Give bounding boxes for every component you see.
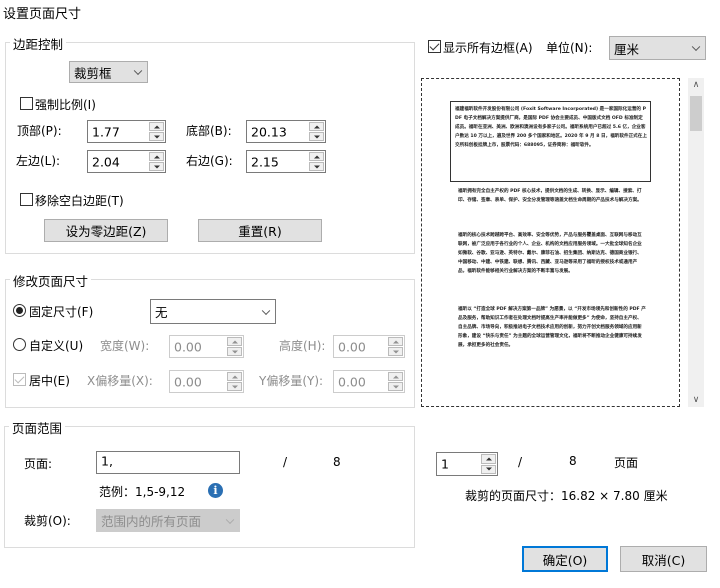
show-all-boxes-label: 显示所有边框(A): [443, 41, 533, 55]
current-page-input[interactable]: 1: [436, 452, 498, 476]
pages-label: 页面:: [24, 457, 53, 471]
height-input[interactable]: 0.00: [333, 335, 405, 358]
remove-white-margin-checkbox[interactable]: [20, 193, 33, 206]
crop-size-readout: 裁剪的页面尺寸：16.82 × 7.80 厘米: [465, 489, 668, 503]
force-ratio-checkbox[interactable]: [20, 97, 33, 110]
page-slash: /: [283, 455, 288, 469]
force-ratio-label: 强制比例(I): [35, 98, 96, 112]
scroll-up-icon[interactable]: ∧: [688, 80, 704, 90]
nav-slash: /: [518, 455, 523, 469]
x-offset-value: 0.00: [174, 374, 202, 389]
margin-control-legend: 边距控制: [10, 34, 67, 53]
remove-white-margin-label: 移除空白边距(T): [35, 194, 124, 208]
ok-button[interactable]: 确定(O): [522, 546, 608, 572]
fixed-size-select[interactable]: 无: [150, 299, 276, 324]
crop-label: 裁剪(O):: [24, 514, 71, 528]
set-zero-margin-button[interactable]: 设为零边距(Z): [44, 219, 168, 242]
spin-up-button[interactable]: [309, 152, 324, 161]
unit-select[interactable]: 厘米: [609, 36, 706, 60]
pages-value: 1,: [101, 453, 113, 469]
spin-down-button[interactable]: [481, 464, 496, 474]
left-label: 左边(L):: [16, 154, 61, 168]
fixed-size-label: 固定尺寸(F): [29, 305, 94, 319]
left-value: 2.04: [92, 154, 120, 169]
spin-up-button[interactable]: [309, 122, 324, 131]
preview-box-text: 福建福昕软件开发股份有限公司 (Foxit Software Incorpora…: [455, 107, 647, 148]
spin-down-button[interactable]: [149, 132, 164, 141]
reset-button[interactable]: 重置(R): [198, 219, 322, 242]
cancel-button[interactable]: 取消(C): [620, 546, 707, 572]
top-value: 1.77: [92, 124, 120, 139]
right-value: 2.15: [251, 154, 279, 169]
x-offset-input[interactable]: 0.00: [169, 370, 244, 393]
x-offset-label: X偏移量(X):: [87, 374, 153, 388]
bottom-margin-input[interactable]: 20.13: [246, 120, 326, 143]
pages-input[interactable]: 1,: [96, 451, 240, 474]
unit-label: 单位(N):: [546, 41, 593, 55]
preview-paragraph: 福昕的核心技术跨越跨平台、高效率、安全等优势，产品与服务覆盖桌面、互联网与移动互…: [458, 233, 642, 274]
right-margin-input[interactable]: 2.15: [246, 150, 326, 173]
height-value: 0.00: [338, 339, 366, 354]
bottom-value: 20.13: [251, 124, 287, 139]
preview-paragraph: 福昕拥有完全自主产权的 PDF 核心技术，提供文档的生成、转换、显示、编辑、搜索…: [458, 189, 642, 203]
info-icon[interactable]: i: [208, 483, 223, 498]
fixed-size-value: 无: [155, 305, 168, 320]
page-total: 8: [333, 455, 341, 469]
spin-up-button[interactable]: [149, 122, 164, 131]
scroll-down-icon[interactable]: ∨: [688, 395, 704, 405]
spin-down-button[interactable]: [149, 162, 164, 171]
spin-down-button[interactable]: [227, 347, 242, 356]
crop-range-select[interactable]: 范围内的所有页面: [96, 509, 240, 532]
top-label: 顶部(P):: [17, 124, 62, 138]
bottom-label: 底部(B):: [186, 124, 232, 138]
custom-size-label: 自定义(U): [29, 339, 84, 353]
page-preview: 福建福昕软件开发股份有限公司 (Foxit Software Incorpora…: [421, 78, 680, 407]
scroll-thumb[interactable]: [690, 96, 702, 131]
width-input[interactable]: 0.00: [169, 335, 244, 358]
chevron-down-icon: [261, 306, 271, 315]
width-value: 0.00: [174, 339, 202, 354]
preview-paragraph: 福昕以 “打造全球 PDF 解决方案第一品牌” 为愿景，以 “开发市场领先和创新…: [458, 307, 646, 348]
y-offset-value: 0.00: [338, 374, 366, 389]
spin-up-button[interactable]: [227, 372, 242, 381]
width-label: 宽度(W):: [100, 339, 150, 353]
unit-value: 厘米: [614, 41, 640, 57]
spin-up-button[interactable]: [149, 152, 164, 161]
right-label: 右边(G):: [186, 154, 233, 168]
window-title: 设置页面尺寸: [3, 7, 82, 22]
page-range-legend: 页面范围: [9, 418, 66, 437]
range-example: 范例：1,5-9,12: [99, 485, 186, 499]
y-offset-label: Y偏移量(Y):: [259, 374, 324, 388]
spin-up-button[interactable]: [227, 337, 242, 346]
current-page-value: 1: [441, 456, 449, 472]
top-margin-input[interactable]: 1.77: [87, 120, 166, 143]
left-margin-input[interactable]: 2.04: [87, 150, 166, 173]
box-type-value: 裁剪框: [74, 65, 112, 81]
spin-down-button[interactable]: [309, 162, 324, 171]
height-label: 高度(H):: [279, 339, 326, 353]
chevron-down-icon: [691, 42, 701, 52]
chevron-down-icon: [133, 66, 143, 76]
chevron-down-icon: [225, 515, 235, 524]
spin-up-button[interactable]: [388, 372, 403, 381]
nav-unit: 页面: [614, 456, 639, 470]
spin-down-button[interactable]: [388, 382, 403, 391]
y-offset-input[interactable]: 0.00: [333, 370, 405, 393]
spin-down-button[interactable]: [309, 132, 324, 141]
preview-scrollbar[interactable]: ∧ ∨: [688, 78, 704, 407]
center-checkbox[interactable]: [13, 373, 26, 386]
custom-size-radio[interactable]: [13, 338, 26, 351]
box-type-select[interactable]: 裁剪框: [69, 61, 148, 83]
crop-range-value: 范围内的所有页面: [101, 514, 202, 529]
center-label: 居中(E): [29, 374, 70, 388]
spin-up-button[interactable]: [481, 454, 496, 464]
resize-page-legend: 修改页面尺寸: [10, 271, 92, 290]
spin-down-button[interactable]: [388, 347, 403, 356]
spin-down-button[interactable]: [227, 382, 242, 391]
spin-up-button[interactable]: [388, 337, 403, 346]
show-all-boxes-checkbox[interactable]: [428, 40, 441, 53]
nav-total: 8: [569, 454, 577, 468]
fixed-size-radio[interactable]: [13, 304, 26, 317]
